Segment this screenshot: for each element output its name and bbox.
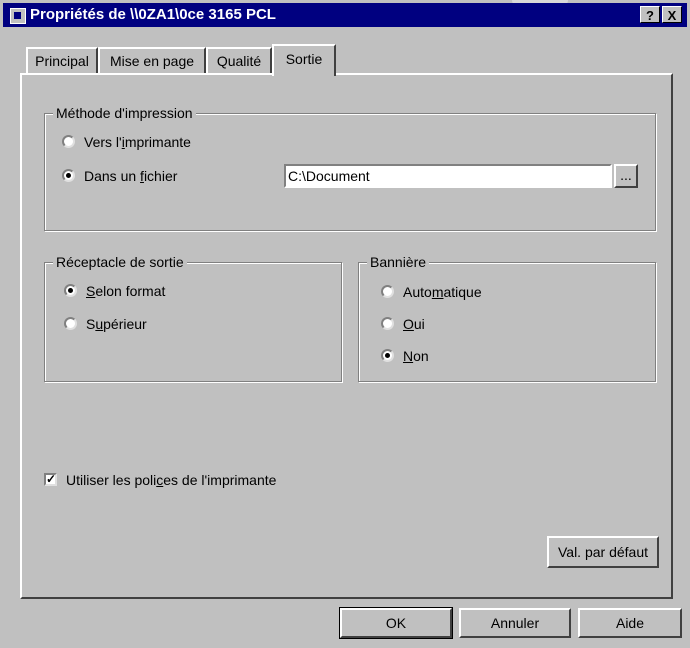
title-bar: Propriétés de \\0ZA1\0ce 3165 PCL ? X [3, 3, 687, 27]
print-method-label: Méthode d'impression [53, 104, 196, 122]
printer-fonts-label: Utiliser les polices de l'imprimante [66, 472, 277, 488]
radio-file-label: Dans un fichier [84, 168, 178, 184]
radio-printer-button[interactable] [62, 135, 75, 148]
browse-button[interactable]: ... [614, 164, 638, 188]
radio-oui-label: Oui [403, 316, 425, 332]
radio-superieur-label: Supérieur [86, 316, 147, 332]
radio-selon-format-label: Selon format [86, 283, 166, 299]
file-path-input[interactable]: C:\Document [284, 164, 612, 188]
output-tray-label: Réceptacle de sortie [53, 253, 187, 271]
printer-properties-dialog: Propriétés de \\0ZA1\0ce 3165 PCL ? X Pr… [0, 0, 690, 648]
radio-automatique-label: Automatique [403, 284, 482, 300]
radio-printer-label: Vers l'imprimante [84, 134, 191, 150]
ok-button[interactable]: OK [339, 607, 453, 639]
cancel-button[interactable]: Annuler [459, 608, 571, 638]
help-question-button[interactable]: ? [640, 6, 660, 23]
restore-defaults-button[interactable]: Val. par défaut [547, 536, 659, 568]
tab-sortie[interactable]: Sortie [272, 44, 336, 76]
help-button[interactable]: Aide [578, 608, 682, 638]
radio-file-button[interactable] [62, 169, 75, 182]
tab-qualite[interactable]: Qualité [206, 47, 272, 73]
tab-principal[interactable]: Principal [26, 47, 98, 73]
tab-mise-en-page[interactable]: Mise en page [98, 47, 206, 73]
printer-fonts-checkbox[interactable]: ✓ [44, 473, 57, 486]
window-title: Propriétés de \\0ZA1\0ce 3165 PCL [30, 6, 276, 23]
radio-non-label: Non [403, 348, 429, 364]
radio-non-button[interactable] [381, 349, 394, 362]
radio-selon-format-button[interactable] [64, 284, 77, 297]
printer-icon [10, 8, 26, 24]
close-button[interactable]: X [662, 6, 682, 23]
radio-superieur-button[interactable] [64, 317, 77, 330]
banner-label: Bannière [367, 253, 430, 271]
radio-oui-button[interactable] [381, 317, 394, 330]
radio-automatique-button[interactable] [381, 285, 394, 298]
